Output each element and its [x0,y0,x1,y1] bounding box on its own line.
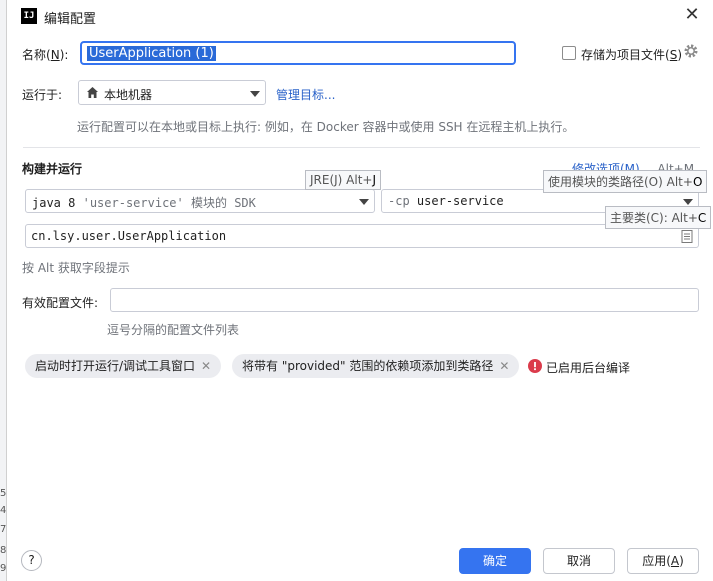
remove-option-icon[interactable]: ✕ [499,359,509,373]
name-label: 名称(N): [22,48,69,62]
run-target-value: 本地机器 [104,88,153,102]
main-class-value: cn.lsy.user.UserApplication [31,229,227,243]
classpath-field-hint-tooltip: 使用模块的类路径(O) Alt+O [543,170,708,193]
apply-button[interactable]: 应用(A) [627,548,699,574]
ok-button[interactable]: 确定 [459,548,531,574]
browse-class-icon[interactable] [681,230,693,243]
name-input-value: UserApplication (1) [87,46,216,61]
active-profiles-label: 有效配置文件: [22,296,99,310]
dialog-titlebar: IJ 编辑配置 ✕ [7,0,713,32]
chevron-down-icon [250,91,260,97]
manage-targets-link[interactable]: 管理目标... [276,86,335,103]
background-ide-strip: 5 4 7 8 9 [0,0,7,581]
strip-mark: 8 [0,545,6,556]
strip-mark: 7 [0,524,6,535]
dialog-title: 编辑配置 [44,12,97,27]
strip-mark: 5 [0,488,6,499]
home-icon [86,86,99,99]
active-profiles-input[interactable] [110,288,699,312]
error-icon [528,359,542,373]
background-compilation-warning: 已启用后台编译 [546,361,631,375]
close-icon[interactable]: ✕ [681,5,703,27]
alt-hint: 按 Alt 获取字段提示 [22,261,130,275]
strip-mark: 4 [0,505,6,516]
run-target-dropdown[interactable]: 本地机器 [78,80,266,105]
store-as-project-file-checkbox[interactable] [562,46,576,60]
jre-dropdown[interactable]: java 8 'user-service' 模块的 SDK [25,189,375,213]
chevron-down-icon [359,199,369,205]
name-input[interactable]: UserApplication (1) [80,41,516,65]
run-on-label: 运行于: [22,88,63,102]
jre-dropdown-value: java 8 'user-service' 模块的 SDK [32,196,256,210]
gear-icon[interactable] [683,43,699,59]
remove-option-icon[interactable]: ✕ [201,359,211,373]
help-button[interactable]: ? [21,550,42,571]
section-divider [23,147,700,148]
strip-mark: 9 [0,563,6,574]
classpath-module-value: -cp user-service [388,194,504,208]
intellij-logo-icon: IJ [21,8,37,24]
run-on-hint: 运行配置可以在本地或目标上执行: 例如，在 Docker 容器中或使用 SSH … [77,120,575,134]
jre-field-hint-tooltip: JRE(J) Alt+J [305,170,382,190]
build-run-heading: 构建并运行 [22,162,83,176]
option-chip[interactable]: 将带有 "provided" 范围的依赖项添加到类路径 ✕ [232,354,520,378]
cancel-button[interactable]: 取消 [543,548,615,574]
option-chip[interactable]: 启动时打开运行/调试工具窗口 ✕ [25,354,222,378]
main-class-input[interactable]: cn.lsy.user.UserApplication [25,224,699,248]
main-class-hint-tooltip: 主要类(C): Alt+C [605,206,712,229]
active-profiles-hint: 逗号分隔的配置文件列表 [107,323,240,337]
store-as-project-file-label[interactable]: 存储为项目文件(S) [581,46,682,63]
chevron-down-icon [683,199,693,205]
